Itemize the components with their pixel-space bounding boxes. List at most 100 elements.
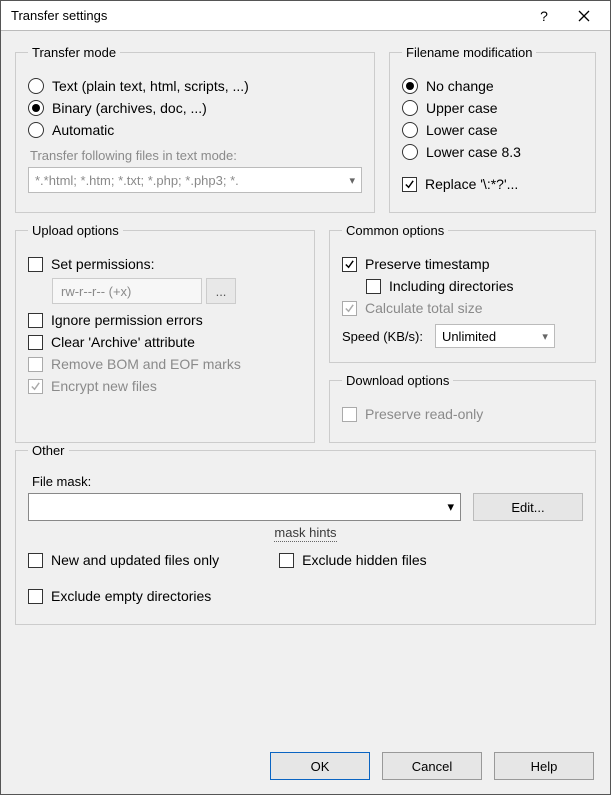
checkbox-label: Preserve read-only <box>365 406 483 422</box>
upload-options-legend: Upload options <box>28 223 123 238</box>
check-clear-archive[interactable]: Clear 'Archive' attribute <box>28 334 302 350</box>
radio-binary[interactable]: Binary (archives, doc, ...) <box>28 100 362 116</box>
close-icon[interactable] <box>564 2 604 30</box>
ok-button[interactable]: OK <box>270 752 370 780</box>
radio-automatic[interactable]: Automatic <box>28 122 362 138</box>
window-title: Transfer settings <box>11 8 524 23</box>
checkbox-label: Exclude empty directories <box>51 588 211 604</box>
check-exclude-hidden[interactable]: Exclude hidden files <box>279 552 427 568</box>
check-preserve-readonly: Preserve read-only <box>342 406 583 422</box>
combo-value: *.*html; *.htm; *.txt; *.php; *.php3; *. <box>35 173 239 188</box>
checkbox-icon <box>342 301 357 316</box>
radio-icon <box>402 122 418 138</box>
titlebar: Transfer settings ? <box>1 1 610 31</box>
radio-no-change[interactable]: No change <box>402 78 583 94</box>
checkbox-icon <box>28 357 43 372</box>
transfer-mode-legend: Transfer mode <box>28 45 120 60</box>
help-icon[interactable]: ? <box>524 2 564 30</box>
check-replace-chars[interactable]: Replace '\:*?'... <box>402 176 583 192</box>
radio-label: Automatic <box>52 122 114 138</box>
checkbox-icon <box>342 407 357 422</box>
content-area: Transfer mode Text (plain text, html, sc… <box>1 31 610 742</box>
radio-icon <box>28 100 44 116</box>
radio-icon <box>402 144 418 160</box>
checkbox-icon <box>28 553 43 568</box>
checkbox-label: Replace '\:*?'... <box>425 176 518 192</box>
checkbox-icon <box>28 589 43 604</box>
button-label: Edit... <box>511 500 544 515</box>
checkbox-label: Remove BOM and EOF marks <box>51 356 241 372</box>
checkbox-label: Exclude hidden files <box>302 552 427 568</box>
download-options-group: Download options Preserve read-only <box>329 373 596 443</box>
radio-label: No change <box>426 78 494 94</box>
check-exclude-empty-dirs[interactable]: Exclude empty directories <box>28 588 219 604</box>
checkbox-icon <box>342 257 357 272</box>
check-calculate-total-size: Calculate total size <box>342 300 583 316</box>
checkbox-icon <box>366 279 381 294</box>
speed-label: Speed (KB/s): <box>342 329 423 344</box>
radio-label: Binary (archives, doc, ...) <box>52 100 207 116</box>
other-group: Other File mask: ▾ Edit... mask hints <box>15 443 596 625</box>
combo-value: Unlimited <box>442 329 496 344</box>
checkbox-label: Calculate total size <box>365 300 483 316</box>
common-options-group: Common options Preserve timestamp Includ… <box>329 223 596 363</box>
checkbox-label: Ignore permission errors <box>51 312 203 328</box>
common-options-legend: Common options <box>342 223 448 238</box>
button-label: Cancel <box>412 759 452 774</box>
help-button[interactable]: Help <box>494 752 594 780</box>
check-encrypt-new-files: Encrypt new files <box>28 378 302 394</box>
cancel-button[interactable]: Cancel <box>382 752 482 780</box>
upload-options-group: Upload options Set permissions: rw-r--r-… <box>15 223 315 443</box>
check-including-directories[interactable]: Including directories <box>366 278 583 294</box>
radio-label: Upper case <box>426 100 498 116</box>
radio-text[interactable]: Text (plain text, html, scripts, ...) <box>28 78 362 94</box>
filename-modification-group: Filename modification No change Upper ca… <box>389 45 596 213</box>
chevron-down-icon: ▾ <box>447 499 454 515</box>
checkbox-label: Preserve timestamp <box>365 256 489 272</box>
button-label: OK <box>311 759 330 774</box>
check-ignore-permission-errors[interactable]: Ignore permission errors <box>28 312 302 328</box>
download-options-legend: Download options <box>342 373 453 388</box>
checkbox-label: New and updated files only <box>51 552 219 568</box>
checkbox-icon <box>28 379 43 394</box>
checkbox-label: Clear 'Archive' attribute <box>51 334 195 350</box>
button-label: ... <box>216 284 227 299</box>
chevron-down-icon: ▾ <box>349 174 355 187</box>
checkbox-icon <box>28 313 43 328</box>
radio-icon <box>28 78 44 94</box>
mask-hints-link[interactable]: mask hints <box>274 525 336 542</box>
radio-label: Lower case <box>426 122 498 138</box>
checkbox-icon <box>402 177 417 192</box>
button-label: Help <box>531 759 558 774</box>
radio-icon <box>28 122 44 138</box>
permissions-input: rw-r--r-- (+x) <box>52 278 202 304</box>
check-remove-bom: Remove BOM and EOF marks <box>28 356 302 372</box>
checkbox-label: Encrypt new files <box>51 378 157 394</box>
speed-combo[interactable]: Unlimited ▾ <box>435 324 555 348</box>
file-mask-label: File mask: <box>32 474 583 489</box>
radio-upper-case[interactable]: Upper case <box>402 100 583 116</box>
dialog-footer: OK Cancel Help <box>1 742 610 794</box>
checkbox-label: Including directories <box>389 278 514 294</box>
chevron-down-icon: ▾ <box>542 330 548 343</box>
radio-label: Lower case 8.3 <box>426 144 521 160</box>
file-mask-combo[interactable]: ▾ <box>28 493 461 521</box>
radio-icon <box>402 100 418 116</box>
radio-lower-case-83[interactable]: Lower case 8.3 <box>402 144 583 160</box>
permissions-value: rw-r--r-- (+x) <box>61 284 131 299</box>
checkbox-icon <box>279 553 294 568</box>
checkbox-icon <box>28 257 43 272</box>
checkbox-icon <box>28 335 43 350</box>
radio-icon <box>402 78 418 94</box>
dialog-window: Transfer settings ? Transfer mode Text (… <box>0 0 611 795</box>
filename-modification-legend: Filename modification <box>402 45 536 60</box>
check-preserve-timestamp[interactable]: Preserve timestamp <box>342 256 583 272</box>
check-new-updated-only[interactable]: New and updated files only <box>28 552 219 568</box>
text-mode-patterns-combo: *.*html; *.htm; *.txt; *.php; *.php3; *.… <box>28 167 362 193</box>
check-set-permissions[interactable]: Set permissions: <box>28 256 302 272</box>
other-legend: Other <box>28 443 69 458</box>
transfer-mode-hint: Transfer following files in text mode: <box>30 148 362 163</box>
radio-lower-case[interactable]: Lower case <box>402 122 583 138</box>
edit-button[interactable]: Edit... <box>473 493 583 521</box>
radio-label: Text (plain text, html, scripts, ...) <box>52 78 249 94</box>
